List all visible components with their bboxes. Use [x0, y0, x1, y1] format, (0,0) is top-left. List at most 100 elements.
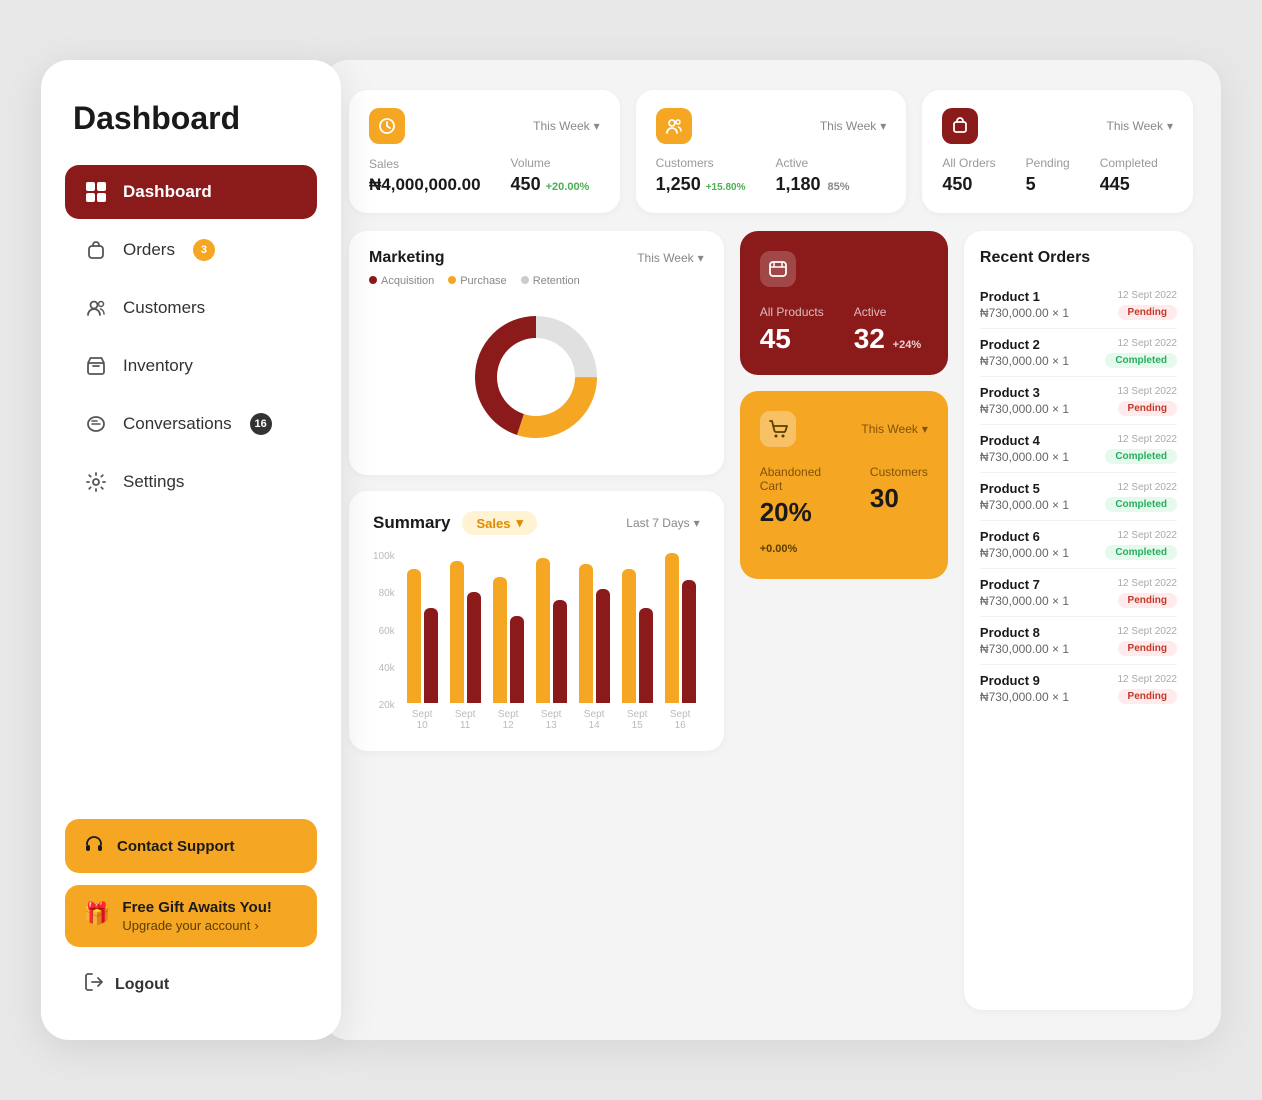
marketing-legend: Acquisition Purchase Retention [369, 275, 704, 287]
order-row[interactable]: Product 5₦730,000.00 × 112 Sept 2022Comp… [980, 473, 1177, 521]
order-date: 12 Sept 2022 [1118, 674, 1178, 685]
nav-item-dashboard[interactable]: Dashboard [65, 165, 317, 219]
bar-gold [579, 564, 593, 703]
order-row[interactable]: Product 4₦730,000.00 × 1 12 Sept 2022 Comp… [980, 425, 1177, 473]
status-badge: Completed [1105, 353, 1177, 368]
nav-item-conversations[interactable]: Conversations 16 [65, 397, 317, 451]
pending-value: 5 [1026, 174, 1070, 195]
settings-icon [83, 469, 109, 495]
status-badge: Completed [1105, 497, 1177, 512]
abandoned-cart-label: Abandoned Cart [760, 465, 840, 493]
summary-filter[interactable]: Sales ▾ [462, 511, 537, 535]
completed-value: 445 [1100, 174, 1158, 195]
nav-label-settings: Settings [123, 472, 184, 492]
conversations-badge: 16 [250, 413, 272, 435]
contact-support-label: Contact Support [117, 838, 235, 855]
order-info: Product 1₦730,000.00 × 1 [980, 289, 1069, 320]
marketing-card: Marketing This Week ▾ Acquisition Purcha… [349, 231, 724, 475]
order-name: Product 2 [980, 337, 1069, 352]
legend-acquisition: Acquisition [369, 275, 434, 287]
active-label: Active [775, 156, 849, 170]
legend-purchase: Purchase [448, 275, 506, 287]
main-content: This Week ▾ Sales ₦4,000,000.00 Volume 4… [321, 60, 1221, 1040]
logout-icon [83, 971, 105, 998]
orders-badge: 3 [193, 239, 215, 261]
nav-item-orders[interactable]: Orders 3 [65, 223, 317, 277]
customers-card-icon [656, 108, 692, 144]
bar-gold [493, 577, 507, 703]
order-name: Product 8 [980, 625, 1069, 640]
sidebar-title: Dashboard [65, 100, 317, 137]
all-orders-label: All Orders [942, 156, 995, 170]
order-name: Product 6 [980, 529, 1069, 544]
free-gift-button[interactable]: 🎁 Free Gift Awaits You! Upgrade your acc… [65, 885, 317, 947]
order-row[interactable]: Product 9₦730,000.00 × 112 Sept 2022Pend… [980, 665, 1177, 712]
all-products-label: All Products [760, 305, 824, 319]
bar-x-label: Sept 15 [622, 709, 653, 731]
order-name: Product 5 [980, 481, 1069, 496]
volume-label: Volume [511, 156, 590, 170]
grid-icon [83, 179, 109, 205]
status-badge: Completed [1105, 449, 1177, 464]
sales-week-selector[interactable]: This Week ▾ [533, 119, 600, 133]
order-right: 13 Sept 2022Pending [1118, 386, 1178, 416]
order-row[interactable]: Product 6₦730,000.00 × 112 Sept 2022Comp… [980, 521, 1177, 569]
bar-x-label: Sept 13 [536, 709, 567, 731]
order-name: Product 1 [980, 289, 1069, 304]
contact-support-button[interactable]: Contact Support [65, 819, 317, 873]
order-name: Product 7 [980, 577, 1069, 592]
order-right: 12 Sept 2022Pending [1118, 290, 1178, 320]
status-badge: Pending [1118, 641, 1177, 656]
headphones-icon [83, 833, 105, 859]
nav-item-inventory[interactable]: Inventory [65, 339, 317, 393]
all-orders-value: 450 [942, 174, 995, 195]
order-date: 12 Sept 2022 [1118, 434, 1178, 445]
order-date: 12 Sept 2022 [1118, 290, 1178, 301]
bar-red [510, 616, 524, 703]
bar-red [682, 580, 696, 703]
order-row[interactable]: Product 2₦730,000.00 × 112 Sept 2022Comp… [980, 329, 1177, 377]
bar-x-label: Sept 10 [407, 709, 438, 731]
order-row[interactable]: Product 8₦730,000.00 × 112 Sept 2022Pend… [980, 617, 1177, 665]
last7days-selector[interactable]: Last 7 Days ▾ [626, 516, 699, 530]
bar-red [639, 608, 653, 703]
order-amount: ₦730,000.00 × 1 [980, 450, 1069, 464]
donut-chart [369, 297, 704, 457]
marketing-week-selector[interactable]: This Week ▾ [637, 251, 704, 265]
customers-value: 1,250 +15.80% [656, 174, 746, 195]
bar-pair [536, 545, 567, 703]
pending-label: Pending [1026, 156, 1070, 170]
orders-week-selector[interactable]: This Week ▾ [1106, 119, 1173, 133]
orders-stat-card: This Week ▾ All Orders 450 Pending 5 Com… [922, 90, 1193, 213]
bar-group: Sept 13 [536, 545, 567, 731]
bar-x-label: Sept 11 [450, 709, 481, 731]
product-icon [760, 251, 796, 287]
nav-label-customers: Customers [123, 298, 205, 318]
order-info: Product 2₦730,000.00 × 1 [980, 337, 1069, 368]
order-row[interactable]: Product 7₦730,000.00 × 112 Sept 2022Pend… [980, 569, 1177, 617]
status-badge: Pending [1118, 689, 1177, 704]
order-amount: ₦730,000.00 × 1 [980, 498, 1069, 512]
users-icon [83, 295, 109, 321]
order-row[interactable]: Product 3₦730,000.00 × 113 Sept 2022Pend… [980, 377, 1177, 425]
chat-icon [83, 411, 109, 437]
chart-wrapper: 100k 80k 60k 40k 20k Sept 10Sept 11Sept … [373, 551, 700, 731]
bar-group: Sept 10 [407, 545, 438, 731]
order-amount: ₦730,000.00 × 1 [980, 546, 1069, 560]
bar-pair [665, 545, 696, 703]
order-info: Product 4₦730,000.00 × 1 [980, 433, 1069, 464]
logout-button[interactable]: Logout [65, 959, 317, 1010]
order-info: Product 5 ₦730,000.00 × 1 [980, 481, 1069, 512]
marketing-title: Marketing [369, 249, 445, 267]
bar-red [596, 589, 610, 703]
nav-item-customers[interactable]: Customers [65, 281, 317, 335]
bar-red [424, 608, 438, 703]
order-amount: ₦730,000.00 × 1 [980, 690, 1069, 704]
cart-week-selector[interactable]: This Week ▾ [861, 422, 928, 436]
customers-week-selector[interactable]: This Week ▾ [820, 119, 887, 133]
nav-item-settings[interactable]: Settings [65, 455, 317, 509]
volume-value: 450 +20.00% [511, 174, 590, 195]
order-row[interactable]: Product 1₦730,000.00 × 1 12 Sept 2022Pend… [980, 281, 1177, 329]
customers-label: Customers [656, 156, 746, 170]
order-info: Product 6 ₦730,000.00 × 1 [980, 529, 1069, 560]
